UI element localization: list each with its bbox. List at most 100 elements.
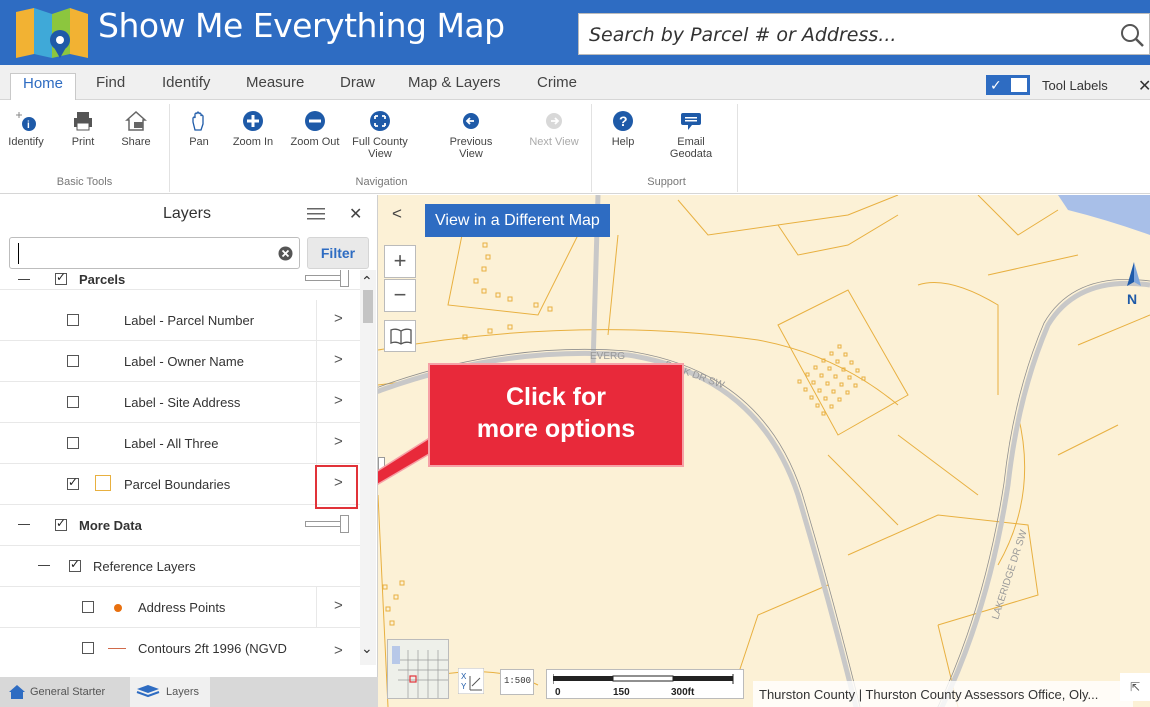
water-body: [1058, 195, 1150, 235]
tab-identify[interactable]: Identify: [162, 73, 210, 95]
chevron-right-icon[interactable]: >: [334, 392, 343, 409]
checkbox-label-site-address[interactable]: [67, 396, 79, 408]
previous-view-icon: [463, 113, 479, 129]
bookmarks-button[interactable]: [384, 320, 416, 352]
hand-icon: [192, 111, 204, 131]
layer-row-label-parcel-number[interactable]: Label - Parcel Number >: [0, 300, 360, 341]
tab-map-layers[interactable]: Map & Layers: [408, 73, 501, 95]
tab-crime[interactable]: Crime: [537, 73, 577, 95]
next-view-button[interactable]: Next View: [528, 110, 580, 148]
next-view-label: Next View: [529, 136, 579, 148]
app-header: Show Me Everything Map: [0, 0, 1150, 65]
overview-map[interactable]: [387, 639, 449, 699]
checkbox-label-owner-name[interactable]: [67, 355, 79, 367]
full-county-view-button[interactable]: Full County View: [350, 110, 410, 160]
zoom-in-button[interactable]: Zoom In: [228, 110, 278, 148]
chevron-right-icon[interactable]: >: [334, 351, 343, 368]
next-view-icon: [546, 113, 562, 129]
layer-filter-box[interactable]: [9, 237, 300, 269]
scale-label-150: 150: [613, 687, 630, 698]
menu-icon[interactable]: [307, 207, 325, 221]
checkbox-label-parcel-number[interactable]: [67, 314, 79, 326]
layer-row-address-points[interactable]: Address Points >: [0, 587, 360, 628]
collapse-icon[interactable]: [18, 279, 30, 280]
map-view[interactable]: EVERG PARK DR SW LAKERIDGE DR SW < View …: [378, 195, 1150, 707]
callout-line-2: more options: [476, 415, 636, 443]
chevron-right-icon[interactable]: >: [334, 310, 343, 327]
close-ribbon-icon[interactable]: ✕: [1138, 76, 1150, 96]
checkbox-label-all-three[interactable]: [67, 437, 79, 449]
home-icon: [9, 685, 25, 699]
chevron-right-icon[interactable]: >: [334, 642, 343, 659]
layer-row-label-owner-name[interactable]: Label - Owner Name >: [0, 341, 360, 382]
previous-view-button[interactable]: Previous View: [448, 110, 494, 160]
search-icon[interactable]: [1119, 22, 1145, 48]
help-button[interactable]: ? Help: [608, 110, 638, 148]
opacity-slider-knob[interactable]: [340, 270, 349, 287]
layer-list-scrollbar[interactable]: ⌃ ⌄: [360, 270, 376, 665]
divider: [316, 382, 317, 423]
checkbox-parcel-boundaries[interactable]: [67, 475, 79, 490]
share-label: Share: [121, 136, 151, 148]
search-box[interactable]: [578, 13, 1150, 55]
layer-row-parcel-boundaries[interactable]: Parcel Boundaries >: [0, 464, 360, 505]
group-navigation: Pan Zoom In Zoom Out Full County View Pr…: [172, 104, 592, 192]
checkbox-contours[interactable]: [82, 642, 94, 654]
zoom-in-label: Zoom In: [232, 136, 274, 148]
layer-label: Label - Owner Name: [124, 354, 244, 369]
layer-group-parcels[interactable]: Parcels: [0, 270, 360, 290]
layer-label-reference-layers: Reference Layers: [93, 559, 196, 574]
tab-measure[interactable]: Measure: [246, 73, 304, 95]
scale-icon-text: 1:500: [504, 676, 532, 686]
map-zoom-in-button[interactable]: +: [384, 245, 416, 278]
layer-row-label-all-three[interactable]: Label - All Three >: [0, 423, 360, 464]
checkbox-reference-layers[interactable]: [69, 557, 81, 572]
view-in-different-map-button[interactable]: View in a Different Map: [425, 204, 610, 237]
pan-button[interactable]: Pan: [184, 110, 214, 148]
collapse-icon[interactable]: [38, 565, 50, 566]
chevron-right-icon[interactable]: >: [334, 597, 343, 614]
tab-draw[interactable]: Draw: [340, 73, 375, 95]
tool-labels-toggle[interactable]: ✓: [986, 75, 1030, 95]
zoom-out-button[interactable]: Zoom Out: [284, 110, 346, 148]
coordinates-icon[interactable]: X Y: [458, 668, 484, 694]
opacity-slider-knob[interactable]: [340, 515, 349, 533]
scroll-up-icon[interactable]: ⌃: [361, 273, 373, 290]
checkbox-more-data[interactable]: [55, 516, 67, 531]
layer-group-reference-layers[interactable]: Reference Layers: [0, 546, 360, 587]
tab-find[interactable]: Find: [96, 73, 125, 95]
print-button[interactable]: Print: [68, 110, 98, 148]
scroll-down-icon[interactable]: ⌄: [361, 640, 373, 657]
identify-label: Identify: [8, 136, 44, 148]
filter-button[interactable]: Filter: [307, 237, 369, 269]
layer-row-contours[interactable]: Contours 2ft 1996 (NGVD >: [0, 628, 360, 665]
close-icon[interactable]: ✕: [349, 204, 362, 224]
collapse-panel-button[interactable]: <: [386, 203, 408, 227]
scale-icon[interactable]: 1:500: [500, 669, 534, 695]
tab-layers[interactable]: Layers: [130, 677, 210, 707]
layer-row-label-site-address[interactable]: Label - Site Address >: [0, 382, 360, 423]
point-legend-icon: [114, 604, 122, 612]
tab-home[interactable]: Home: [10, 73, 77, 100]
clear-icon[interactable]: [278, 246, 293, 261]
search-input[interactable]: [589, 21, 1109, 49]
chat-icon: [681, 113, 701, 130]
email-geodata-button[interactable]: Email Geodata: [668, 110, 714, 160]
identify-button[interactable]: i Identify: [6, 110, 46, 148]
collapse-icon[interactable]: [18, 524, 30, 525]
scroll-thumb[interactable]: [363, 290, 373, 323]
tab-general-starter[interactable]: General Starter: [0, 677, 130, 707]
tab-layers-label: Layers: [166, 686, 200, 698]
expand-icon[interactable]: ⇱: [1120, 673, 1150, 701]
layer-filter-input[interactable]: [18, 242, 268, 264]
layer-group-more-data[interactable]: More Data: [0, 505, 360, 546]
map-zoom-out-button[interactable]: −: [384, 279, 416, 312]
divider: [316, 341, 317, 382]
share-button[interactable]: Share: [118, 110, 154, 148]
tool-labels-label: Tool Labels: [1042, 78, 1108, 93]
checkbox-address-points[interactable]: [82, 601, 94, 613]
checkbox-parcels[interactable]: [55, 270, 67, 285]
layer-label: Address Points: [138, 600, 226, 615]
chevron-right-icon[interactable]: >: [334, 433, 343, 450]
callout-line-1: Click for: [505, 383, 607, 411]
